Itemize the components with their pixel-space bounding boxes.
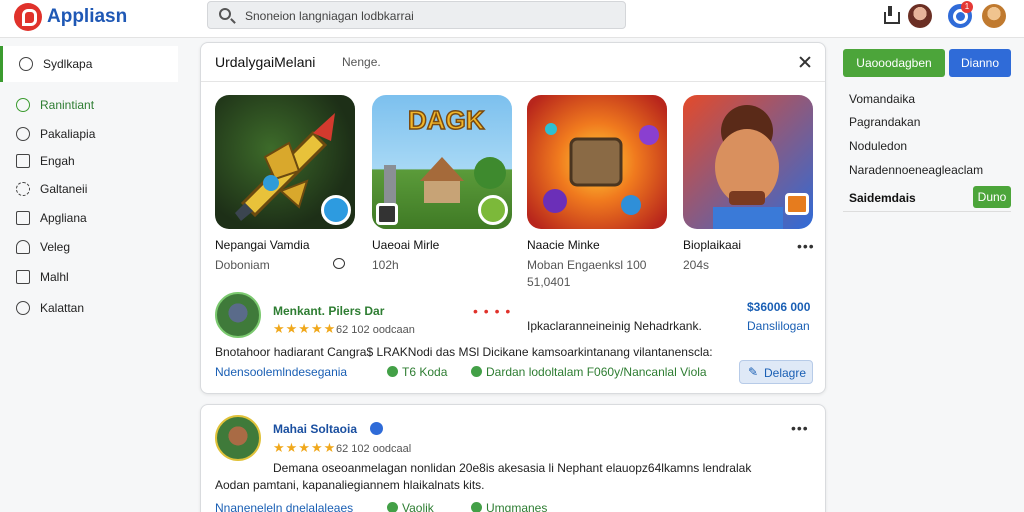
search-icon xyxy=(219,8,231,20)
review-meta: 62 102 oodcaan xyxy=(336,324,415,336)
game-badge-icon xyxy=(478,195,508,225)
circle-icon xyxy=(19,57,33,71)
right-link[interactable]: Noduledon xyxy=(849,139,907,153)
more-icon[interactable]: ••• xyxy=(797,238,815,254)
sidebar-item-label: Sydlkapa xyxy=(43,57,93,71)
square-icon xyxy=(16,211,30,225)
star-rating: ★★★★★ xyxy=(273,321,337,336)
profile-avatar[interactable] xyxy=(982,4,1006,28)
top-bar: Appliasn Snoneion langniagan lodbkarrai … xyxy=(0,0,1024,38)
game-meta: Doboniam xyxy=(215,258,270,272)
game-name: Uaeoai Mirle xyxy=(372,238,440,252)
check-icon xyxy=(387,366,398,377)
game-name: Nepangai Vamdia xyxy=(215,238,310,252)
game-thumbnail[interactable]: DAGK xyxy=(372,95,512,229)
card-title: UrdalygaiMelani xyxy=(215,54,316,70)
review-text: Aodan pamtani, kapanaliegiannem hlaikaln… xyxy=(215,478,485,492)
circle-icon xyxy=(16,127,30,141)
review-note: Ipkaclaranneineinig Nehadrkank. xyxy=(527,319,702,333)
divider xyxy=(843,211,1011,212)
sidebar-item-label: Pakaliapia xyxy=(40,127,96,141)
sidebar-item-kalattan[interactable]: Kalattan xyxy=(0,290,178,326)
sidebar-item-label: Engah xyxy=(40,154,75,168)
review-card: Mahai Soltaoia ★★★★★ 62 102 oodcaal ••• … xyxy=(200,404,826,512)
game-name: Bioplaikaai xyxy=(683,238,742,252)
circle-icon xyxy=(16,98,30,112)
user-avatar[interactable] xyxy=(908,4,932,28)
avatar[interactable] xyxy=(215,415,261,461)
sidebar-item-label: Veleg xyxy=(40,240,71,254)
card-header: UrdalygaiMelani Nenge. xyxy=(201,43,825,82)
game-meta: 51,0401 xyxy=(527,275,571,289)
review-link[interactable]: Ndensoolemlndesegania xyxy=(215,365,347,379)
search-text: Snoneion langniagan lodbkarrai xyxy=(245,9,414,23)
check-label: Umgmanes xyxy=(471,501,547,512)
pencil-icon: ✎ xyxy=(748,365,759,379)
game-meta: 102h xyxy=(372,258,399,272)
app-title[interactable]: Appliasn xyxy=(47,6,127,28)
card-icon xyxy=(16,154,30,168)
sidebar-item-label: Malhl xyxy=(40,270,69,284)
game-name: Naacie Minke xyxy=(527,238,600,252)
verified-icon xyxy=(370,422,383,435)
dots-indicator: • • • • xyxy=(473,303,512,319)
dash-circle-icon xyxy=(16,182,30,196)
review-text: Bnotahoor hadiarant Cangra$ LRAKNodi das… xyxy=(215,345,713,359)
review-meta: 62 102 oodcaal xyxy=(336,443,412,455)
review-link[interactable]: Nnaneneleln dnelalaleaes xyxy=(215,501,353,512)
game-meta: 204s xyxy=(683,258,710,272)
primary-button[interactable]: Uaooodagben xyxy=(843,49,945,77)
edit-button-label: Delagre xyxy=(764,366,807,380)
review-author[interactable]: Menkant. Pilers Dar xyxy=(273,304,384,318)
check-text: Umgmanes xyxy=(486,501,548,512)
search-input[interactable]: Snoneion langniagan lodbkarrai xyxy=(207,1,626,29)
game-badge-icon xyxy=(785,193,809,215)
avatar[interactable] xyxy=(215,292,261,338)
close-icon[interactable] xyxy=(797,54,813,70)
star-rating: ★★★★★ xyxy=(273,440,337,455)
check-icon xyxy=(471,502,482,512)
notification-badge: 1 xyxy=(961,1,973,13)
more-icon[interactable]: ••• xyxy=(791,420,809,436)
check-label: T6 Koda xyxy=(387,365,447,379)
game-badge-icon xyxy=(321,195,351,225)
check-label: Vaolik xyxy=(387,501,434,512)
game-thumbnail[interactable] xyxy=(215,95,355,229)
check-label: Dardan lodoltalam F060y/Nancanlal Viola xyxy=(471,365,707,379)
card-subtitle: Nenge. xyxy=(342,55,381,69)
sidebar-item-label: Galtaneii xyxy=(40,182,88,196)
games-card: UrdalygaiMelani Nenge. Nepangai Vamdia D… xyxy=(200,42,826,394)
check-icon xyxy=(387,502,398,512)
circle-icon xyxy=(16,301,30,315)
section-label: Saidemdais xyxy=(849,191,916,205)
secondary-button[interactable]: Dianno xyxy=(949,49,1011,77)
share-icon[interactable] xyxy=(878,4,902,28)
box-icon xyxy=(16,270,30,284)
sidebar-item-label: Apgliana xyxy=(40,211,87,225)
right-link[interactable]: Naradennoeneagleaclam xyxy=(849,163,983,177)
svg-text:DAGK: DAGK xyxy=(408,105,485,135)
game-badge-icon xyxy=(376,203,398,225)
edit-button[interactable]: ✎ Delagre xyxy=(739,360,813,384)
app-logo-icon[interactable] xyxy=(14,3,42,31)
right-link[interactable]: Pagrandakan xyxy=(849,115,920,129)
game-thumbnail[interactable] xyxy=(527,95,667,229)
small-button[interactable]: Duno xyxy=(973,186,1011,208)
game-thumbnail[interactable] xyxy=(683,95,813,229)
check-icon xyxy=(471,366,482,377)
sidebar-item-label: Kalattan xyxy=(40,301,85,315)
check-text: T6 Koda xyxy=(402,365,448,379)
game-meta: Moban Engaenksl 100 xyxy=(527,258,647,272)
comment-icon[interactable] xyxy=(333,258,345,269)
check-text: Dardan lodoltalam F060y/Nancanlal Viola xyxy=(486,365,707,379)
bell-icon xyxy=(16,240,30,254)
check-text: Vaolik xyxy=(402,501,434,512)
sidebar-item-label: Ranintiant xyxy=(40,98,95,112)
review-author[interactable]: Mahai Soltaoia xyxy=(273,422,357,436)
price-label: $36006 000 xyxy=(747,300,811,314)
right-link[interactable]: Vomandaika xyxy=(849,92,915,106)
price-link[interactable]: Danslilogan xyxy=(747,319,810,333)
review-text: Demana oseoanmelagan nonlidan 20e8is ake… xyxy=(273,461,752,475)
sidebar-item-sydlkapa[interactable]: Sydlkapa xyxy=(0,46,178,82)
